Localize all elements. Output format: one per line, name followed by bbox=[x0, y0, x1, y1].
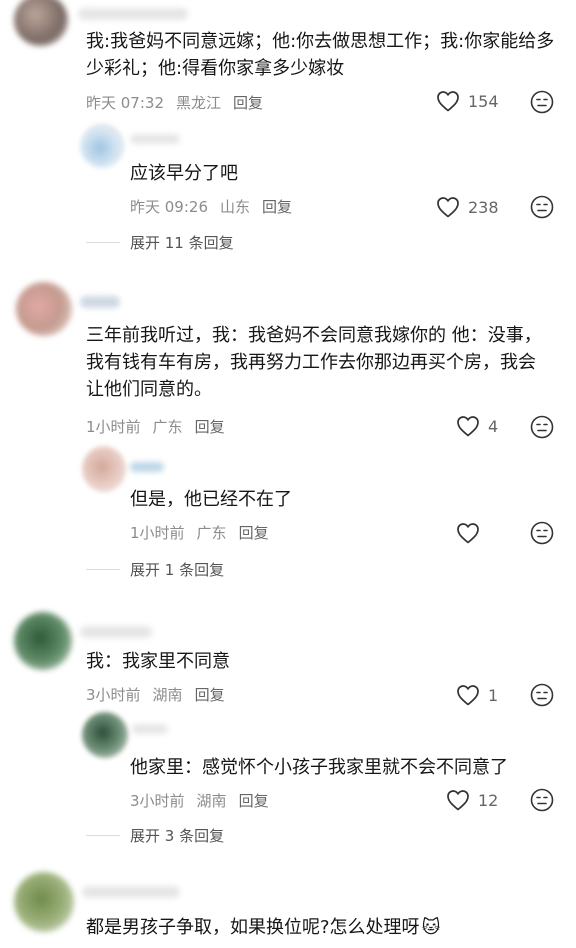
comment-location: 广东 bbox=[152, 418, 183, 436]
dislike-face-icon[interactable] bbox=[530, 195, 554, 219]
reply-meta: 1小时前 广东 回复 bbox=[130, 522, 281, 543]
reply-meta: 3小时前 湖南 回复 bbox=[130, 790, 281, 811]
heart-icon bbox=[437, 197, 459, 218]
expand-replies-label: 展开 3 条回复 bbox=[130, 827, 225, 845]
comment-time: 1小时前 bbox=[86, 418, 141, 436]
dislike-face-icon[interactable] bbox=[530, 521, 554, 545]
reply-text: 他家里：感觉怀个小孩子我家里就不会不同意了 bbox=[130, 757, 508, 778]
like-count: 4 bbox=[488, 416, 499, 436]
username[interactable] bbox=[130, 134, 180, 144]
comment-meta: 昨天 07:32 黑龙江 回复 bbox=[86, 92, 275, 113]
reply-location: 广东 bbox=[196, 524, 227, 542]
like-count: 12 bbox=[478, 790, 499, 810]
like-button[interactable] bbox=[456, 522, 488, 544]
reply-button[interactable]: 回复 bbox=[239, 524, 269, 542]
reply-button[interactable]: 回复 bbox=[262, 198, 292, 216]
heart-icon bbox=[457, 523, 479, 544]
dislike-face-icon[interactable] bbox=[530, 683, 554, 707]
comment-text-body: 都是男孩子争取，如果换位呢?怎么处理呀 bbox=[86, 917, 420, 938]
avatar[interactable] bbox=[16, 282, 72, 336]
like-button[interactable]: 12 bbox=[446, 789, 498, 811]
expand-replies[interactable]: 展开 1 条回复 bbox=[86, 559, 224, 580]
heart-icon bbox=[437, 91, 459, 112]
reply-text: 应该早分了吧 bbox=[130, 163, 238, 184]
comment-meta: 3小时前 湖南 回复 bbox=[86, 684, 237, 705]
reply-time: 昨天 09:26 bbox=[130, 198, 208, 216]
avatar[interactable] bbox=[80, 124, 124, 168]
like-button[interactable]: 238 bbox=[436, 196, 499, 218]
dislike-face-icon[interactable] bbox=[530, 415, 554, 439]
reply-button[interactable]: 回复 bbox=[195, 686, 225, 704]
like-button[interactable]: 4 bbox=[456, 415, 498, 437]
avatar[interactable] bbox=[14, 612, 72, 670]
reply-text: 但是，他已经不在了 bbox=[130, 489, 292, 510]
username[interactable] bbox=[82, 886, 180, 898]
comment-location: 湖南 bbox=[152, 686, 183, 704]
username[interactable] bbox=[78, 8, 188, 20]
dislike-face-icon[interactable] bbox=[530, 788, 554, 812]
comment-time: 昨天 07:32 bbox=[86, 94, 164, 112]
avatar[interactable] bbox=[14, 0, 68, 46]
divider bbox=[86, 569, 120, 570]
avatar[interactable] bbox=[82, 712, 128, 758]
reply-button[interactable]: 回复 bbox=[239, 792, 269, 810]
reply-time: 1小时前 bbox=[130, 524, 185, 542]
comment-text: 我：我家里不同意 bbox=[86, 651, 230, 672]
heart-icon bbox=[457, 685, 479, 706]
cat-emoji-icon: 🐱 bbox=[421, 917, 441, 938]
username[interactable] bbox=[80, 296, 120, 308]
comment-location: 黑龙江 bbox=[176, 94, 222, 112]
like-button[interactable]: 1 bbox=[456, 684, 498, 706]
reply-button[interactable]: 回复 bbox=[233, 94, 263, 112]
expand-replies[interactable]: 展开 3 条回复 bbox=[86, 825, 224, 846]
reply-button[interactable]: 回复 bbox=[195, 418, 225, 436]
username[interactable] bbox=[132, 724, 168, 734]
comment-text: 都是男孩子争取，如果换位呢?怎么处理呀 🐱 bbox=[86, 914, 440, 941]
reply-location: 山东 bbox=[220, 198, 251, 216]
avatar[interactable] bbox=[82, 446, 126, 492]
like-count: 238 bbox=[468, 197, 499, 217]
heart-icon bbox=[447, 790, 469, 811]
comment-meta: 1小时前 广东 回复 bbox=[86, 416, 237, 437]
divider bbox=[86, 835, 120, 836]
comment-text: 三年前我听过，我：我爸妈不会同意我嫁你的 他：没事，我有钱有车有房，我再努力工作… bbox=[86, 325, 542, 400]
avatar[interactable] bbox=[14, 872, 74, 932]
username[interactable] bbox=[130, 462, 164, 472]
like-count: 154 bbox=[468, 91, 499, 111]
divider bbox=[86, 242, 120, 243]
expand-replies-label: 展开 1 条回复 bbox=[130, 561, 225, 579]
comment-time: 3小时前 bbox=[86, 686, 141, 704]
username[interactable] bbox=[80, 626, 152, 638]
reply-location: 湖南 bbox=[196, 792, 227, 810]
expand-replies[interactable]: 展开 11 条回复 bbox=[86, 232, 234, 253]
reply-meta: 昨天 09:26 山东 回复 bbox=[130, 196, 304, 217]
heart-icon bbox=[457, 416, 479, 437]
like-button[interactable]: 154 bbox=[436, 90, 499, 112]
dislike-face-icon[interactable] bbox=[530, 90, 554, 114]
expand-replies-label: 展开 11 条回复 bbox=[130, 234, 234, 252]
reply-time: 3小时前 bbox=[130, 792, 185, 810]
comment-text: 我:我爸妈不同意远嫁；他:你去做思想工作；我:你家能给多少彩礼；他:得看你家拿多… bbox=[86, 31, 555, 79]
like-count: 1 bbox=[488, 685, 499, 705]
